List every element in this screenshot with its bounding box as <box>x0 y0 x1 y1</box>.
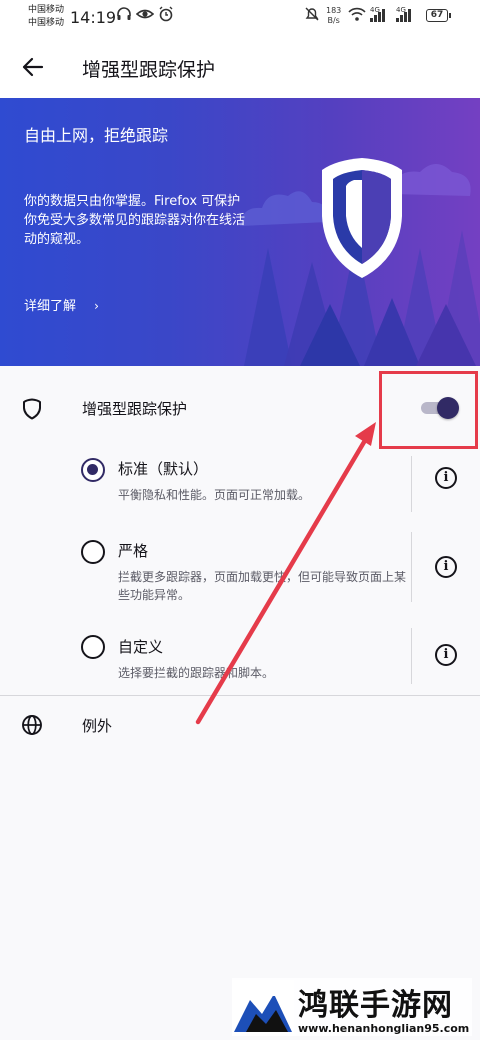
watermark-title: 鸿联手游网 <box>298 988 453 1023</box>
network-speed: 183 B/s <box>326 6 341 26</box>
exceptions-label: 例外 <box>82 717 113 735</box>
carrier-name-2: 中国移动 <box>28 18 65 28</box>
hero-title: 自由上网，拒绝跟踪 <box>24 126 169 145</box>
mute-icon <box>304 6 320 27</box>
option-standard-description: 平衡隐私和性能。页面可正常加载。 <box>118 488 311 502</box>
section-divider <box>0 695 480 696</box>
shield-icon <box>23 398 41 420</box>
app-header: 增强型跟踪保护 <box>0 36 480 98</box>
info-icon[interactable]: i <box>435 556 457 578</box>
radio-strict[interactable] <box>81 540 105 564</box>
annotation-highlight-box <box>379 371 478 449</box>
watermark-url: www.henanhonglian95.com <box>298 1022 470 1035</box>
battery-icon: 67 <box>426 9 451 22</box>
status-bar: 中国移动 中国移动 14:19 183 B/s 4G 4G 67 <box>0 0 480 36</box>
eye-icon <box>135 6 155 27</box>
tracking-protection-label: 增强型跟踪保护 <box>82 400 188 418</box>
option-strict-description: 拦截更多跟踪器，页面加载更快，但可能导致页面上某些功能异常。 <box>118 570 407 602</box>
clock: 14:19 <box>70 8 117 27</box>
network-type-1: 4G <box>370 6 380 14</box>
alarm-icon <box>158 6 174 27</box>
radio-custom[interactable] <box>81 635 105 659</box>
divider <box>411 532 412 602</box>
exceptions-row[interactable]: 例外 <box>0 697 480 755</box>
option-strict-title: 严格 <box>118 542 149 560</box>
info-icon[interactable]: i <box>435 467 457 489</box>
hero-banner: 自由上网，拒绝跟踪 你的数据只由你掌握。Firefox 可保护你免受大多数常见的… <box>0 98 480 366</box>
network-speed-value: 183 <box>326 6 342 15</box>
wifi-icon <box>348 6 366 27</box>
divider <box>411 456 412 512</box>
option-custom-description: 选择要拦截的跟踪器和脚本。 <box>118 666 275 680</box>
info-icon[interactable]: i <box>435 644 457 666</box>
option-strict[interactable]: 严格 拦截更多跟踪器，页面加载更快，但可能导致页面上某些功能异常。 i <box>0 528 480 608</box>
network-type-2: 4G <box>396 6 406 14</box>
hero-description: 你的数据只由你掌握。Firefox 可保护你免受大多数常见的跟踪器对你在线活动的… <box>24 194 246 247</box>
headphones-icon <box>116 6 132 27</box>
watermark: 鸿联手游网 www.henanhonglian95.com <box>232 978 472 1036</box>
watermark-logo-icon <box>232 980 294 1034</box>
learn-more-link[interactable]: 详细了解 › <box>24 295 99 314</box>
radio-standard[interactable] <box>81 458 105 482</box>
divider <box>411 628 412 684</box>
network-speed-unit: B/s <box>327 16 340 25</box>
option-standard-title: 标准（默认） <box>118 460 209 478</box>
back-arrow-icon <box>22 57 44 77</box>
learn-more-label: 详细了解 <box>24 299 77 314</box>
back-button[interactable] <box>16 50 50 84</box>
chevron-right-icon: › <box>94 299 99 313</box>
option-standard[interactable]: 标准（默认） 平衡隐私和性能。页面可正常加载。 i <box>0 446 480 526</box>
carrier-name-1: 中国移动 <box>28 5 65 15</box>
option-custom-title: 自定义 <box>118 638 164 656</box>
page-title: 增强型跟踪保护 <box>82 59 216 81</box>
globe-icon <box>22 715 42 735</box>
option-custom[interactable]: 自定义 选择要拦截的跟踪器和脚本。 i <box>0 624 480 704</box>
